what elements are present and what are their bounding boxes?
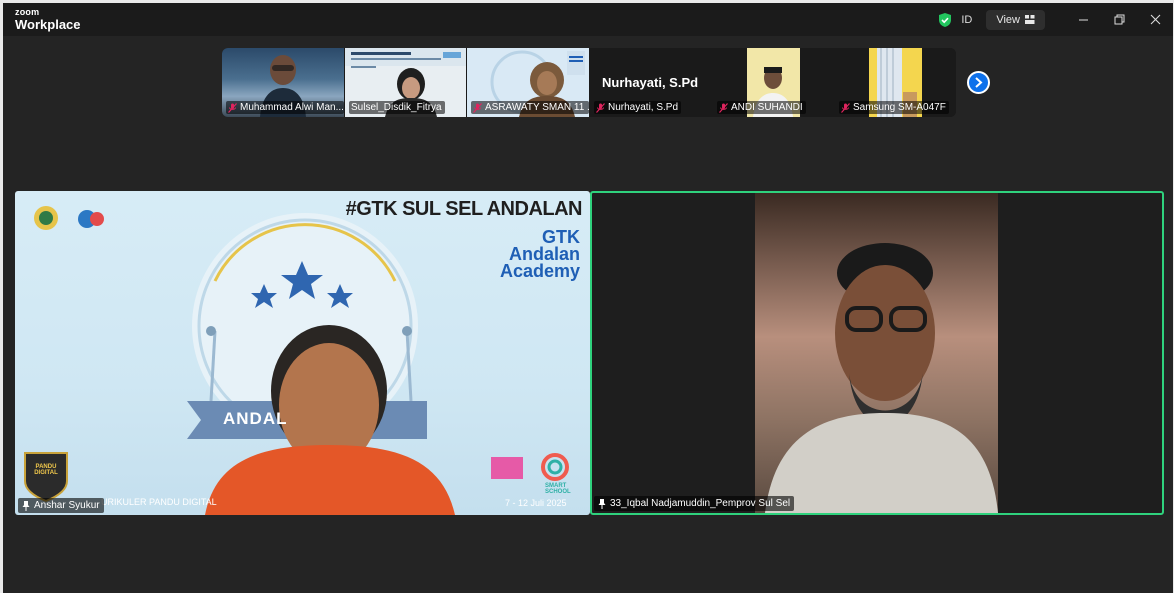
participant-name-tag: Samsung SM-A047F [839,101,949,114]
banner-bottom-text: URIKULER PANDU DIGITAL [101,497,217,507]
muted-mic-icon [596,102,605,113]
banner-date: 7 - 12 Juli 2025 [505,498,567,508]
smart-school-logo: SMART SCHOOL [545,483,571,495]
muted-mic-icon [719,102,728,113]
participant-name: Muhammad Alwi Man... [240,102,344,113]
participant-name: Samsung SM-A047F [853,102,946,113]
participant-name: ASRAWATY SMAN 11 ... [485,102,589,113]
participant-name: ANDI SUHANDI [731,102,803,113]
banner-title: GTK Andalan Academy [499,228,580,281]
speaker-video-frame [755,193,998,513]
minimize-icon [1078,19,1088,21]
speaker-name: Anshar Syukur [34,500,100,511]
participant-name-tag: Nurhayati, S.Pd [594,101,682,114]
minimize-button[interactable] [1065,3,1101,36]
participant-name: Nurhayati, S.Pd [608,102,679,113]
participant-name-tag: ANDI SUHANDI [717,101,806,114]
title-bar: zoom Workplace ID View [3,3,1173,36]
pin-icon [598,498,606,509]
close-button[interactable] [1137,3,1173,36]
badge-ribbon-text: ANDAL [223,409,288,428]
participant-name-tag: Muhammad Alwi Man... [226,101,344,114]
participant-tile[interactable]: Sulsel_Disdik_Fitrya [345,48,466,117]
banner-title-line-3: Academy [499,261,580,281]
zoom-window: zoom Workplace ID View Muhammad Alwi Man… [3,3,1173,593]
participant-tile[interactable]: Nurhayati, S.Pd Nurhayati, S.Pd [590,48,712,117]
pandu-digital-logo: PANDU DIGITAL [34,464,58,476]
view-button[interactable]: View [986,9,1045,30]
participant-name-tag: ASRAWATY SMAN 11 ... [471,101,589,114]
banner-hashtag: #GTK SUL SEL ANDALAN [345,198,583,220]
pin-icon [22,500,30,511]
security-shield-icon[interactable] [937,12,953,28]
muted-mic-icon [228,102,237,113]
restore-button[interactable] [1101,3,1137,36]
participant-tile[interactable]: ANDI SUHANDI [713,48,834,117]
view-label: View [996,13,1020,26]
chevron-right-icon [975,77,983,88]
participant-tile[interactable]: Muhammad Alwi Man... [222,48,344,117]
app-logo: zoom Workplace [15,7,81,32]
brand-workplace: Workplace [15,17,81,32]
participant-name: Sulsel_Disdik_Fitrya [351,102,442,113]
speaker-name-tag: Anshar Syukur [18,498,104,513]
speaker-name: 33_Iqbal Nadjamuddin_Pemprov Sul Sel [610,498,791,509]
next-page-button[interactable] [967,71,990,94]
participant-display-name: Nurhayati, S.Pd [602,75,699,90]
participant-tile[interactable]: ASRAWATY SMAN 11 ... [467,48,589,117]
close-icon [1150,14,1160,25]
muted-mic-icon [841,102,850,113]
participant-strip: Muhammad Alwi Man... Sulsel_Disdik_Fitry… [222,48,956,117]
speaker-name-tag: 33_Iqbal Nadjamuddin_Pemprov Sul Sel [594,496,795,511]
participant-tile[interactable]: Samsung SM-A047F [835,48,956,117]
participant-name-tag: Sulsel_Disdik_Fitrya [349,101,445,114]
brand-zoom: zoom [15,7,40,17]
meeting-id-label[interactable]: ID [961,14,972,26]
grid-icon [1025,15,1035,24]
muted-mic-icon [473,102,482,113]
main-video-right-active-speaker[interactable]: 33_Iqbal Nadjamuddin_Pemprov Sul Sel [590,191,1164,515]
main-video-left[interactable]: #GTK SUL SEL ANDALAN GTK Andalan Academy… [15,191,590,515]
restore-icon [1114,14,1124,25]
